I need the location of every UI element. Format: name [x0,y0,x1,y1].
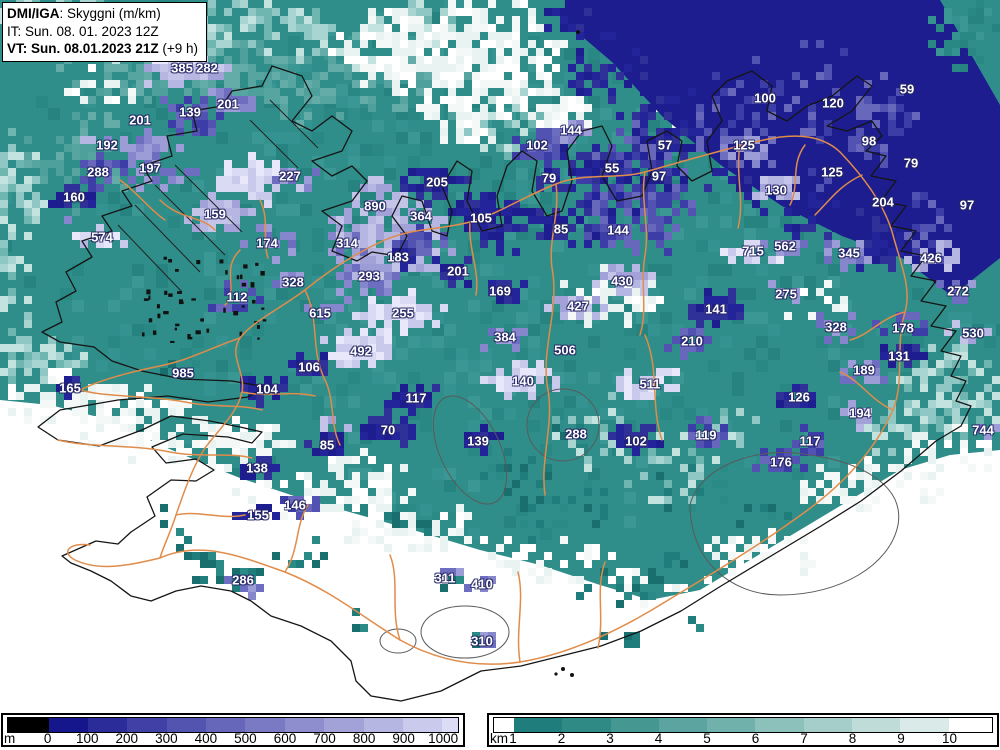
colorbar-segment [87,718,128,732]
colorbar-tick: 10 [941,731,958,746]
colorbar-meters: m 0 100 200 300 400 500 600 700 800 900 1000 [1,713,465,747]
colorbar-tick: 300 [155,731,178,746]
colorbar-tick: 700 [313,731,336,746]
colorbar-tick: 3 [606,731,614,746]
colorbar-tick: 0 [43,731,52,746]
colorbar-tick: 600 [273,731,297,746]
colorbar-tick: 800 [352,731,376,746]
colorbar-tick: 5 [703,731,711,746]
colorbar-segment [803,718,852,732]
colorbar-segment [48,718,88,732]
colorbar-segment [363,718,403,732]
colorbar-segment [127,718,167,732]
colorbar-segment [610,718,659,732]
colorbar-segment [948,718,992,732]
map-info-box: DMI/IGA: Skyggni (m/km) IT: Sun. 08. 01.… [2,2,207,62]
map-canvas [0,0,1000,750]
valid-time: VT: Sun. 08.01.2023 21Z (+9 h) [7,41,198,57]
colorbar-meters-ticks: 0 100 200 300 400 500 600 700 800 900 1000 [7,731,459,746]
colorbar-segment [442,718,458,732]
colorbar-segment [707,718,756,732]
colorbar-tick: 900 [392,731,415,746]
colorbar-segment [324,718,364,732]
colorbar-km-ticks: 1 2 3 4 5 6 7 8 9 10 [493,731,993,746]
colorbar-segment [900,718,949,732]
map-product-title: DMI/IGA: Skyggni (m/km) [7,6,161,21]
colorbar-segment [658,718,708,732]
colorbar-segment [402,718,443,732]
colorbar-segment [562,718,611,732]
colorbar-tick: 100 [75,731,99,746]
init-time: IT: Sun. 08. 01. 2023 12Z [7,23,159,39]
colorbar-tick: 8 [848,731,857,746]
visibility-map: 385 282 201 139 201 192 288 197 160 227 574 159 174 1… [0,0,1000,750]
colorbar-tick: 200 [115,731,139,746]
colorbar-tick: 1000 [428,731,459,746]
colorbar-segment [8,718,49,732]
colorbar-segment [494,718,514,732]
colorbar-km: km 1 2 3 4 5 6 7 8 9 10 [487,713,999,747]
colorbar-segment [166,718,206,732]
colorbar-segment [755,718,804,732]
colorbar-segment [851,718,901,732]
colorbar-tick: 9 [897,731,905,746]
colorbar-tick: 1 [509,731,517,746]
colorbar-tick: 400 [194,731,218,746]
colorbar-segment [245,718,285,732]
colorbar-tick: 6 [751,731,760,746]
colorbar-segment [284,718,325,732]
colorbar-segment [513,718,563,732]
colorbar-tick: 7 [800,731,808,746]
colorbar-tick: 4 [654,731,663,746]
colorbar-tick: 500 [234,731,257,746]
colorbar-tick: 2 [557,731,566,746]
colorbar-segment [206,718,246,732]
